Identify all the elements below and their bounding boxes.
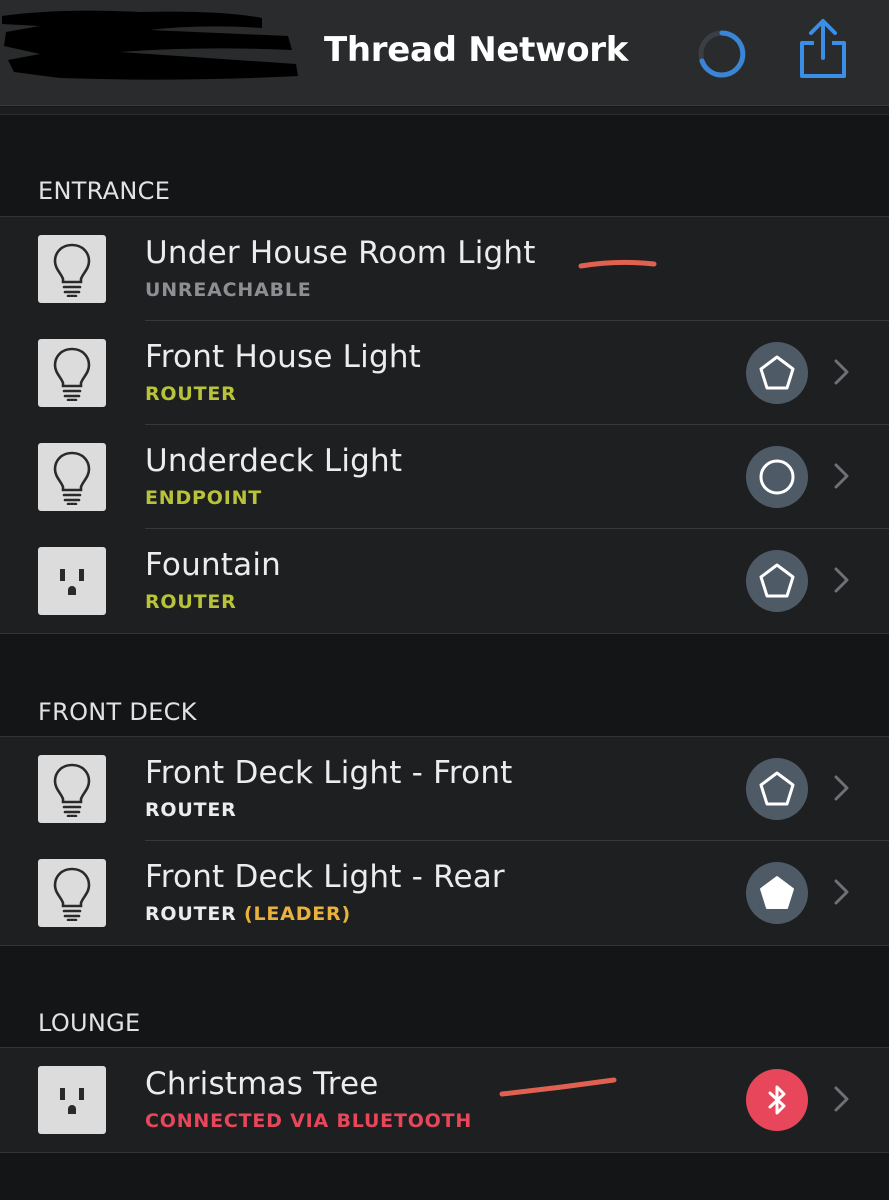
device-status: ROUTER (LEADER) (145, 903, 351, 925)
lightbulb-icon (53, 867, 91, 921)
device-name: Fountain (145, 547, 281, 583)
device-name: Front House Light (145, 339, 422, 375)
section-front-deck: Front Deck Light - Front ROUTER Front De… (0, 736, 889, 946)
router-badge (746, 550, 808, 612)
list-item[interactable]: Fountain ROUTER (0, 529, 889, 633)
device-thumbnail (38, 339, 106, 407)
circle-outline-icon (759, 459, 795, 495)
chevron-right-icon[interactable] (832, 355, 852, 389)
device-status: UNREACHABLE (145, 279, 312, 301)
chevron-right-icon[interactable] (832, 771, 852, 805)
router-badge (746, 758, 808, 820)
device-name: Underdeck Light (145, 443, 403, 479)
annotation-mark (499, 1077, 617, 1097)
device-thumbnail (38, 235, 106, 303)
outlet-icon (60, 569, 84, 595)
chevron-right-icon[interactable] (832, 459, 852, 493)
chevron-right-icon[interactable] (832, 875, 852, 909)
chevron-right-icon[interactable] (832, 563, 852, 597)
chevron-right-icon[interactable] (832, 1082, 852, 1116)
device-status: ENDPOINT (145, 487, 263, 509)
device-name: Front Deck Light - Front (145, 755, 513, 791)
device-status: CONNECTED VIA BLUETOOTH (145, 1110, 473, 1132)
device-status: ROUTER (145, 799, 237, 821)
bluetooth-icon (768, 1085, 786, 1115)
lightbulb-icon (53, 763, 91, 817)
lightbulb-icon (53, 243, 91, 297)
bluetooth-badge (746, 1069, 808, 1131)
leader-label: (LEADER) (244, 903, 351, 925)
pentagon-filled-icon (760, 876, 794, 909)
pentagon-outline-icon (759, 771, 795, 806)
device-thumbnail (38, 1066, 106, 1134)
router-badge (746, 342, 808, 404)
endpoint-badge (746, 446, 808, 508)
list-item[interactable]: Front Deck Light - Front ROUTER (0, 737, 889, 841)
device-thumbnail (38, 859, 106, 927)
pentagon-outline-icon (759, 563, 795, 598)
device-name: Front Deck Light - Rear (145, 859, 505, 895)
device-status: ROUTER (145, 591, 237, 613)
device-name: Christmas Tree (145, 1066, 379, 1102)
lightbulb-icon (53, 347, 91, 401)
list-item[interactable]: Underdeck Light ENDPOINT (0, 425, 889, 529)
device-thumbnail (38, 443, 106, 511)
device-name: Under House Room Light (145, 235, 536, 271)
list-item[interactable]: Under House Room Light UNREACHABLE (0, 217, 889, 321)
redacted-back-button[interactable] (0, 6, 300, 84)
section-header-front-deck: FRONT DECK (38, 698, 197, 726)
share-icon[interactable] (797, 18, 849, 82)
device-thumbnail (38, 547, 106, 615)
spinner-icon (698, 30, 746, 78)
lightbulb-icon (53, 451, 91, 505)
section-lounge: Christmas Tree CONNECTED VIA BLUETOOTH (0, 1047, 889, 1153)
outlet-icon (60, 1088, 84, 1114)
section-entrance: Under House Room Light UNREACHABLE Front… (0, 216, 889, 634)
annotation-mark (578, 259, 657, 269)
leader-badge (746, 862, 808, 924)
pentagon-outline-icon (759, 355, 795, 390)
device-status-role: ROUTER (145, 903, 237, 925)
section-header-entrance: ENTRANCE (38, 177, 171, 205)
device-thumbnail (38, 755, 106, 823)
list-item[interactable]: Front Deck Light - Rear ROUTER (LEADER) (0, 841, 889, 945)
list-item[interactable]: Front House Light ROUTER (0, 321, 889, 425)
device-status: ROUTER (145, 383, 237, 405)
list-item[interactable]: Christmas Tree CONNECTED VIA BLUETOOTH (0, 1048, 889, 1152)
section-header-lounge: LOUNGE (38, 1009, 141, 1037)
page-title: Thread Network (324, 30, 629, 70)
navigation-bar: Thread Network (0, 0, 889, 106)
nav-divider (0, 107, 889, 115)
